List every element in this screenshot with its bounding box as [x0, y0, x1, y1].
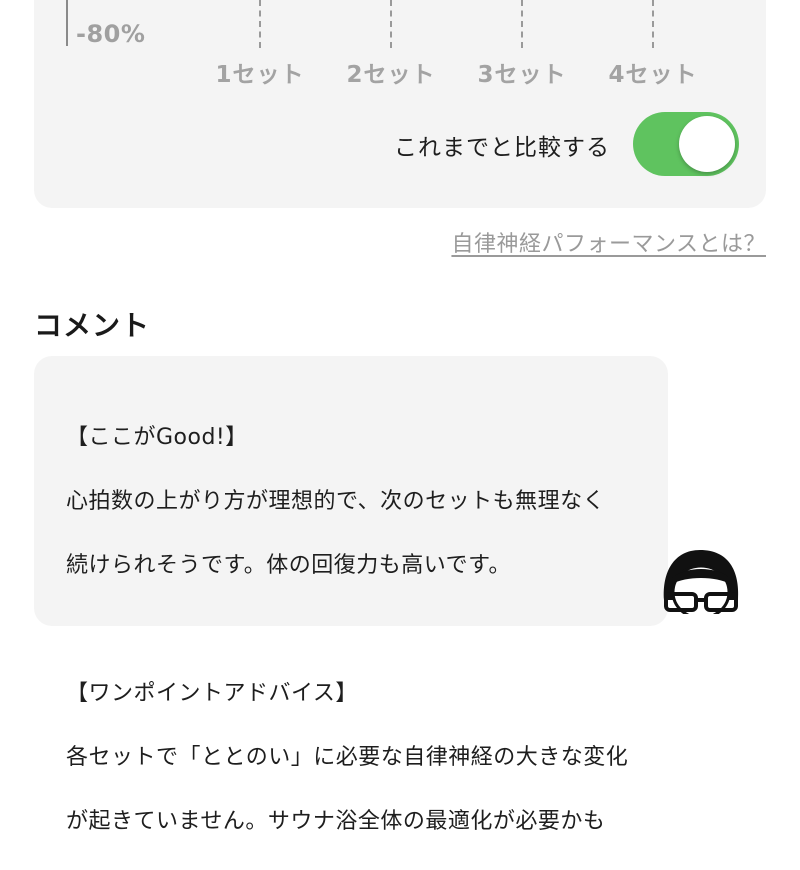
good-heading: 【ここがGood!】: [66, 425, 248, 450]
set-3-gridline: [521, 0, 523, 48]
x-tick-set-3: 3セット: [477, 62, 567, 88]
compare-toggle[interactable]: [633, 112, 739, 176]
toggle-knob: [679, 116, 735, 172]
set-1-gridline: [259, 0, 261, 48]
good-text-line-2: 続けられそうです。体の回復力も高いです。: [66, 553, 511, 578]
x-tick-set-1: 1セット: [215, 62, 305, 88]
good-text-line-1: 心拍数の上がり方が理想的で、次のセットも無理なく: [66, 489, 606, 514]
set-2-gridline: [390, 0, 392, 48]
advice-text-line-1: 各セットで「ととのい」に必要な自律神経の大きな変化: [66, 745, 629, 770]
y-tick-label: -80%: [76, 20, 146, 48]
advice-text-line-2: が起きていません。サウナ浴全体の最適化が必要かも: [66, 809, 606, 834]
x-tick-set-4: 4セット: [608, 62, 698, 88]
comment-section-title: コメント: [34, 309, 151, 342]
x-tick-set-2: 2セット: [346, 62, 436, 88]
advice-heading: 【ワンポイントアドバイス】: [66, 681, 358, 706]
compare-toggle-label: これまでと比較する: [394, 135, 610, 161]
man-with-glasses-avatar-icon: [656, 544, 746, 620]
set-4-gridline: [652, 0, 654, 48]
comment-text: 【ここがGood!】 心拍数の上がり方が理想的で、次のセットも無理なく 続けられ…: [66, 390, 656, 870]
autonomic-performance-help-link[interactable]: 自律神経パフォーマンスとは？: [451, 226, 766, 258]
y-axis-line: [66, 0, 68, 46]
